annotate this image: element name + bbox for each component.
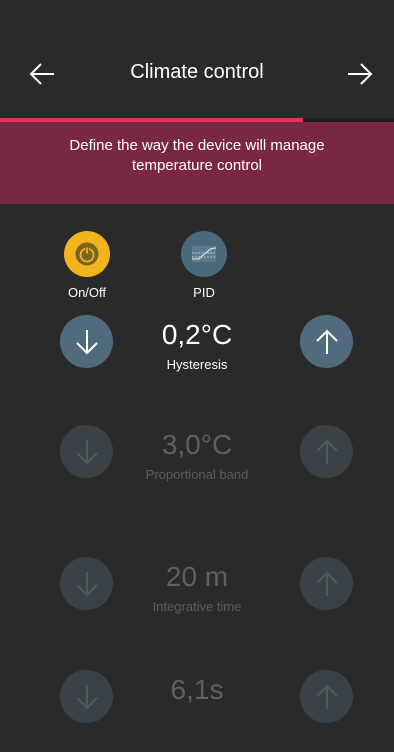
arrow-up-icon <box>315 684 338 709</box>
arrow-down-icon <box>75 684 98 709</box>
power-icon <box>75 242 99 266</box>
arrow-down-icon <box>75 571 98 596</box>
param-label: Proportional band <box>145 467 249 482</box>
increase-button[interactable] <box>300 670 353 723</box>
forward-button[interactable] <box>338 52 382 96</box>
param-label: Integrative time <box>152 599 242 614</box>
param-label: Hysteresis <box>166 357 228 372</box>
header-bar: Climate control <box>0 0 394 118</box>
info-banner: Define the way the device will manage te… <box>0 122 394 204</box>
param-hysteresis: 0,2°C Hysteresis <box>0 315 394 397</box>
param-integrative-time: 20 m Integrative time <box>0 557 394 639</box>
banner-text: Define the way the device will manage te… <box>69 137 325 174</box>
mode-pid-label: PID <box>193 285 215 300</box>
mode-pid-button[interactable] <box>181 231 227 277</box>
mode-onoff-label: On/Off <box>67 285 107 300</box>
param-value: 0,2°C <box>161 319 233 350</box>
param-value: 6,1s <box>170 674 224 705</box>
arrow-up-icon <box>315 329 338 354</box>
param-derivative-time: 6,1s <box>0 670 394 752</box>
arrow-down-icon <box>75 329 98 354</box>
page-title: Climate control <box>130 61 264 83</box>
arrow-up-icon <box>315 439 338 464</box>
mode-onoff[interactable]: On/Off <box>57 231 117 300</box>
arrow-up-icon <box>315 571 338 596</box>
increase-button[interactable] <box>300 425 353 478</box>
param-proportional-band: 3,0°C Proportional band <box>0 425 394 507</box>
pid-curve-icon <box>192 246 217 262</box>
increase-button[interactable] <box>300 557 353 610</box>
param-value: 20 m <box>165 561 229 592</box>
mode-pid[interactable]: PID <box>174 231 234 300</box>
increase-button[interactable] <box>300 315 353 368</box>
param-value: 3,0°C <box>161 429 233 460</box>
arrow-right-icon <box>348 63 373 85</box>
mode-onoff-button[interactable] <box>64 231 110 277</box>
arrow-down-icon <box>75 439 98 464</box>
